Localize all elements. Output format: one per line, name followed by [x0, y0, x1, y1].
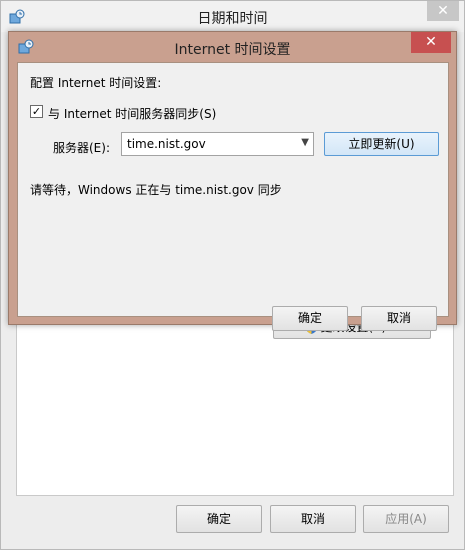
dialog-close-button[interactable]: ✕ [411, 32, 451, 53]
date-time-cancel-button[interactable]: 取消 [270, 505, 356, 533]
dialog-ok-button[interactable]: 确定 [272, 306, 348, 331]
settings-heading: 配置 Internet 时间设置: [30, 76, 162, 90]
chevron-down-icon[interactable]: ▼ [301, 137, 309, 148]
dialog-client-area: 配置 Internet 时间设置: ✓ 与 Internet 时间服务器同步(S… [17, 62, 449, 331]
sync-checkbox-label[interactable]: 与 Internet 时间服务器同步(S) [48, 105, 216, 122]
date-time-content-panel [16, 315, 454, 496]
sync-status-text: 请等待，Windows 正在与 time.nist.gov 同步 [30, 183, 282, 197]
date-time-title: 日期和时间 [197, 11, 268, 27]
date-time-apply-button[interactable]: 应用(A) [363, 505, 449, 533]
server-value: time.nist.gov [127, 137, 206, 151]
date-time-titlebar: 日期和时间 ✕ [1, 1, 464, 32]
server-combobox[interactable]: time.nist.gov ▼ [121, 132, 314, 156]
date-time-close-button[interactable]: ✕ [427, 1, 459, 21]
server-label: 服务器(E): [53, 141, 110, 155]
date-time-ok-button[interactable]: 确定 [176, 505, 262, 533]
sync-checkbox[interactable]: ✓ [30, 105, 43, 118]
dialog-title: Internet 时间设置 [174, 42, 291, 58]
internet-time-dialog: Internet 时间设置 ✕ 配置 Internet 时间设置: ✓ 与 In… [8, 31, 457, 331]
update-now-button[interactable]: 立即更新(U) [324, 132, 439, 156]
dialog-cancel-button[interactable]: 取消 [361, 306, 437, 331]
